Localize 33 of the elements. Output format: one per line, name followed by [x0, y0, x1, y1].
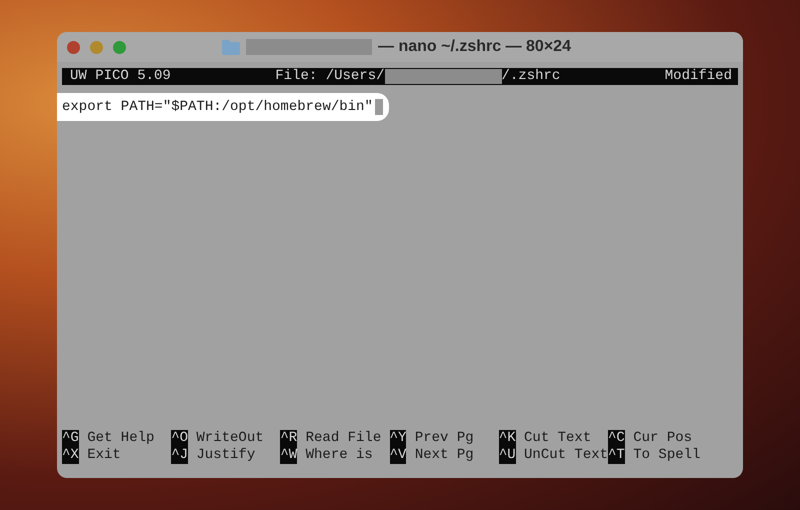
shortcut-key: ^J [171, 447, 188, 464]
shortcut-key: ^C [608, 430, 625, 447]
file-path: File: /Users/ [275, 68, 384, 85]
shortcut-key: ^K [498, 430, 516, 447]
shortcut-label: Exit [87, 447, 121, 464]
shortcut-label: Where is [306, 447, 373, 464]
shortcut-label: Justify [196, 447, 256, 464]
shortcut-label: Next Pg [414, 447, 474, 464]
shortcut-label: Prev Pg [414, 430, 474, 447]
text-cursor [374, 99, 383, 115]
shortcut-key: ^Y [390, 430, 406, 447]
close-button[interactable] [67, 40, 80, 54]
shortcut-key: ^X [62, 447, 79, 464]
shortcut-label: Read File [306, 430, 382, 447]
shortcut-key: ^U [498, 447, 516, 464]
shortcut-label: Cur Pos [633, 430, 692, 447]
shortcut-label: UnCut Text [524, 447, 608, 464]
shortcut-label: Cut Text [524, 430, 592, 447]
shortcut-label: Get Help [87, 430, 154, 447]
shortcut-key: ^G [62, 430, 79, 447]
shortcut-label: WriteOut [196, 430, 264, 447]
shortcut-key: ^R [280, 430, 298, 447]
modified-status: Modified [664, 68, 732, 85]
window-title: — nano ~/.zshrc — 80×24 [378, 38, 571, 56]
folder-icon [222, 40, 240, 54]
minimize-button[interactable] [90, 40, 103, 54]
shortcut-key: ^T [608, 447, 625, 464]
zoom-button[interactable] [113, 40, 126, 54]
shortcut-label: To Spell [633, 447, 700, 464]
file-name: /.zshrc [502, 68, 560, 85]
shortcut-key: ^O [171, 430, 188, 447]
app-version: UW PICO 5.09 [70, 68, 171, 85]
shortcut-key: ^W [280, 447, 298, 464]
